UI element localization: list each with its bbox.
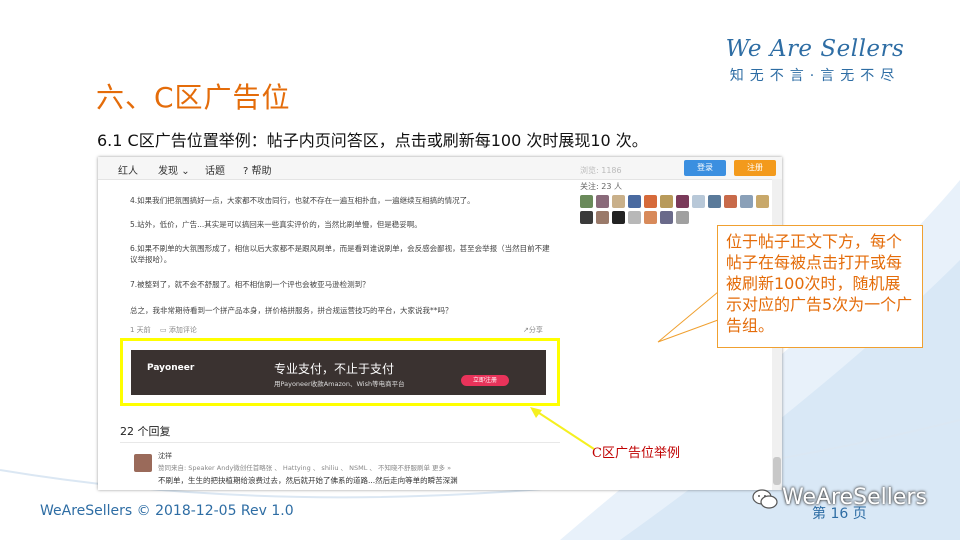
avatar[interactable] — [580, 211, 593, 224]
nav-item-hongren[interactable]: 红人 — [118, 162, 138, 177]
wechat-watermark: WeAreSellers — [782, 485, 927, 510]
comment-icon: ▭ — [160, 326, 167, 334]
avatar[interactable] — [676, 211, 689, 224]
callout-box: 位于帖子正文下方，每个帖子在每被点击打开或每被刷新100次时，随机展示对应的广告… — [717, 225, 923, 348]
avatar[interactable] — [676, 195, 689, 208]
post-time: 1 天前 — [130, 326, 151, 334]
follower-count: 关注: 23 人 — [580, 182, 622, 191]
add-comment-label: 添加评论 — [168, 326, 197, 334]
avatar[interactable] — [596, 195, 609, 208]
avatar[interactable] — [612, 211, 625, 224]
ad-subline: 用Payoneer收款Amazon、Wish等电商平台 — [274, 380, 405, 388]
reply-username[interactable]: 沈祥 — [158, 451, 172, 461]
post-paragraph: 总之，我非常期待看到一个拼产品本身，拼价格拼服务，拼合规运营技巧的平台，大家说我… — [130, 306, 453, 315]
avatar[interactable] — [644, 211, 657, 224]
avatar[interactable] — [724, 195, 737, 208]
add-comment-link[interactable]: ▭ 添加评论 — [160, 325, 197, 335]
avatar[interactable] — [628, 195, 641, 208]
ad-cta-button[interactable]: 立即注册 — [461, 375, 509, 386]
brand-logo: We Are Sellers 知无不言·言无不尽 — [700, 36, 930, 85]
ad-headline: 专业支付，不止于支付 — [274, 362, 395, 376]
callout-pointer — [657, 291, 719, 343]
nav-item-discover-label: 发现 — [158, 166, 178, 177]
nav-item-discover[interactable]: 发现 ⌄ — [158, 162, 190, 177]
nav-item-topics[interactable]: 话题 — [205, 162, 225, 177]
login-button[interactable]: 登录 — [684, 160, 726, 176]
wechat-icon — [752, 489, 778, 509]
avatar[interactable] — [756, 195, 769, 208]
brand-tagline: 知无不言·言无不尽 — [729, 68, 901, 84]
avatar[interactable] — [644, 195, 657, 208]
post-paragraph: 6.如果不刷单的大氛围形成了，相信以后大家都不是跟风刷单，而是看到谁说刷单，会反… — [130, 244, 550, 264]
avatar[interactable] — [740, 195, 753, 208]
slide-subtitle: 6.1 C区广告位置举例：帖子内页问答区，点击或刷新每100 次时展现10 次。 — [97, 131, 648, 150]
avatar[interactable] — [692, 195, 705, 208]
share-link[interactable]: ↗分享 — [523, 325, 543, 335]
avatar[interactable] — [628, 211, 641, 224]
avatar[interactable] — [660, 211, 673, 224]
chevron-down-icon: ⌄ — [181, 166, 190, 177]
reply-count: 22 个回复 — [120, 425, 171, 438]
share-label: 分享 — [528, 326, 543, 334]
reply-divider — [120, 442, 560, 443]
help-icon: ? — [243, 166, 249, 177]
brand-name: We Are Sellers — [725, 36, 905, 62]
avatar[interactable] — [660, 195, 673, 208]
post-paragraph: 4.如果我们把氛围搞好一点，大家都不攻击同行，也就不存在一遍互相扑血，一遍继续互… — [130, 196, 475, 205]
slide-title: 六、C区广告位 — [96, 81, 291, 114]
ad-example-label: C区广告位举例 — [592, 446, 680, 461]
reply-text: 不刷单，生生的把抉植期给浪费过去，然后就开始了佛系的道路...然后走向等单的瞬苦… — [158, 476, 458, 485]
ad-banner[interactable]: Payoneer 专业支付，不止于支付 用Payoneer收款Amazon、Wi… — [131, 350, 546, 395]
reply-avatar[interactable] — [134, 454, 152, 472]
ad-logo: Payoneer — [147, 363, 195, 373]
view-count: 浏览: 1186 — [580, 166, 622, 175]
nav-item-help[interactable]: ? 帮助 — [243, 162, 272, 177]
avatar[interactable] — [612, 195, 625, 208]
nav-item-help-label: 帮助 — [251, 166, 272, 177]
post-paragraph: 5.站外，低价，广告...其实是可以搞回来一些真实评价的，当然比刷单慢，但是稳妥… — [130, 220, 422, 229]
avatar[interactable] — [596, 211, 609, 224]
register-button[interactable]: 注册 — [734, 160, 776, 176]
footer-copyright: WeAreSellers © 2018-12-05 Rev 1.0 — [40, 503, 294, 519]
avatar[interactable] — [580, 195, 593, 208]
post-paragraph: 7.被整到了，就不会不舒服了。相不相信刷一个评也会被亚马逊检测到？ — [130, 280, 370, 289]
forum-nav-bar: 红人 发现 ⌄ 话题 ? 帮助 登录 注册 — [98, 157, 782, 180]
reply-likes: 赞同来自: Speaker Andy微创任首略张 、 Hattying 、 sh… — [158, 464, 452, 472]
arrow-icon — [530, 407, 595, 450]
avatar[interactable] — [708, 195, 721, 208]
scrollbar-thumb[interactable] — [773, 457, 781, 485]
